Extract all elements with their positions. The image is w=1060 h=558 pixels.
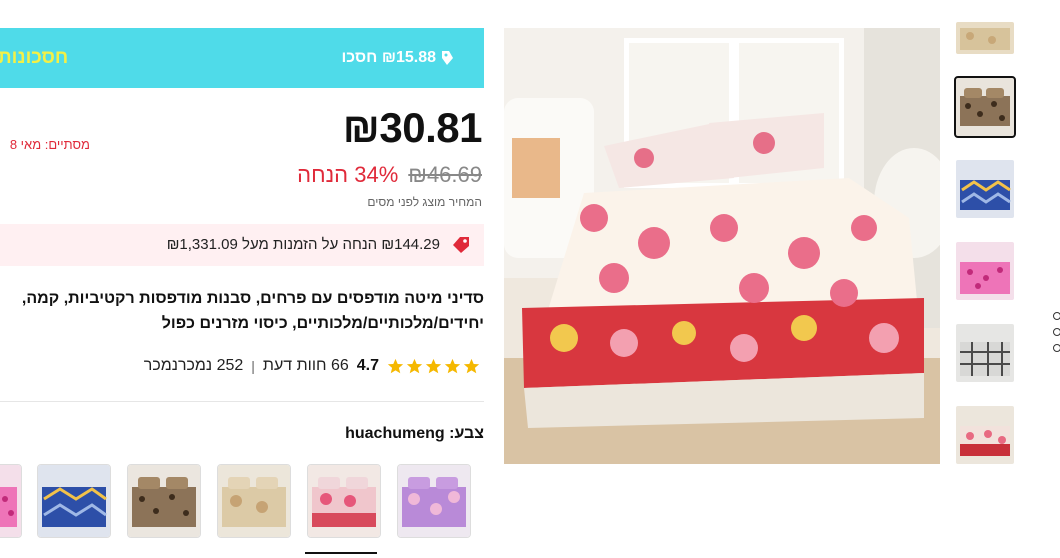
color-swatch-selected-indicator	[305, 552, 377, 558]
rating-value: 4.7	[356, 357, 379, 374]
color-swatch-purple-floral[interactable]	[397, 464, 471, 538]
tax-note: המחיר מוצג לפני מסים	[367, 195, 482, 209]
color-swatch-blue-geometric[interactable]	[37, 464, 111, 538]
savings-amount: ₪15.88 חסכו	[341, 49, 454, 67]
thumbnail-red-floral[interactable]	[956, 406, 1014, 464]
reviews-link[interactable]: 66 חוות דעת	[263, 357, 349, 375]
color-label: צבע: huachumeng	[345, 425, 484, 442]
divider	[0, 401, 484, 402]
color-swatch-pink-dots[interactable]	[0, 464, 22, 538]
star-icon	[387, 358, 404, 373]
thumbnail-pink-dots[interactable]	[956, 242, 1014, 300]
tag-icon	[442, 51, 453, 65]
star-rating[interactable]	[387, 358, 480, 375]
sold-count: 252 נמכרנמכר	[143, 357, 244, 374]
current-price: ₪30.81	[342, 104, 483, 151]
savings-text: ₪15.88 חסכו	[341, 49, 436, 66]
product-title-line-1: סדיני מיטה מודפסים עם פרחים, סבנות מודפס…	[21, 290, 484, 307]
star-icon	[463, 358, 480, 373]
thumbnail-blue-geometric[interactable]	[956, 160, 1014, 218]
thumbnail-leopard[interactable]	[954, 76, 1016, 138]
color-swatch-beige-floral[interactable]	[217, 464, 291, 538]
thumbnail-beige-floral[interactable]	[956, 22, 1014, 54]
tag-icon	[453, 237, 469, 253]
star-icon	[444, 358, 461, 373]
color-swatch-leopard[interactable]	[127, 464, 201, 538]
star-icon	[425, 358, 442, 373]
coupon-text: ₪144.29 הנחה על הזמנות מעל ₪1,331.09	[166, 236, 440, 253]
main-product-image[interactable]	[504, 28, 940, 464]
rating-row: 4.7 66 חוות דעת | 252 נמכרנמכר	[144, 357, 480, 375]
star-icon	[406, 358, 423, 373]
separator: |	[251, 358, 255, 374]
savings-banner: חסכונות ₪15.88 חסכו	[0, 28, 484, 88]
discount-badge: 34% הנחה	[297, 162, 399, 187]
original-price: ₪46.69	[408, 162, 482, 187]
gallery-scroll-indicator	[1053, 312, 1060, 360]
product-title: סדיני מיטה מודפסים עם פרחים, סבנות מודפס…	[0, 286, 484, 336]
product-title-line-2: יחידים/מלכותיים/מלכותיים, כיסוי מזרנים כ…	[161, 315, 484, 332]
deals-label[interactable]: חסכונות	[0, 47, 68, 69]
sale-end-time: מסתיים: מאי 8	[9, 137, 90, 152]
price-discount-row: ₪46.69 34% הנחה	[297, 162, 482, 188]
thumbnail-grey-plaid[interactable]	[956, 324, 1014, 382]
color-swatch-pink-floral[interactable]	[307, 464, 381, 538]
coupon-bar[interactable]: ₪144.29 הנחה על הזמנות מעל ₪1,331.09	[0, 224, 484, 266]
